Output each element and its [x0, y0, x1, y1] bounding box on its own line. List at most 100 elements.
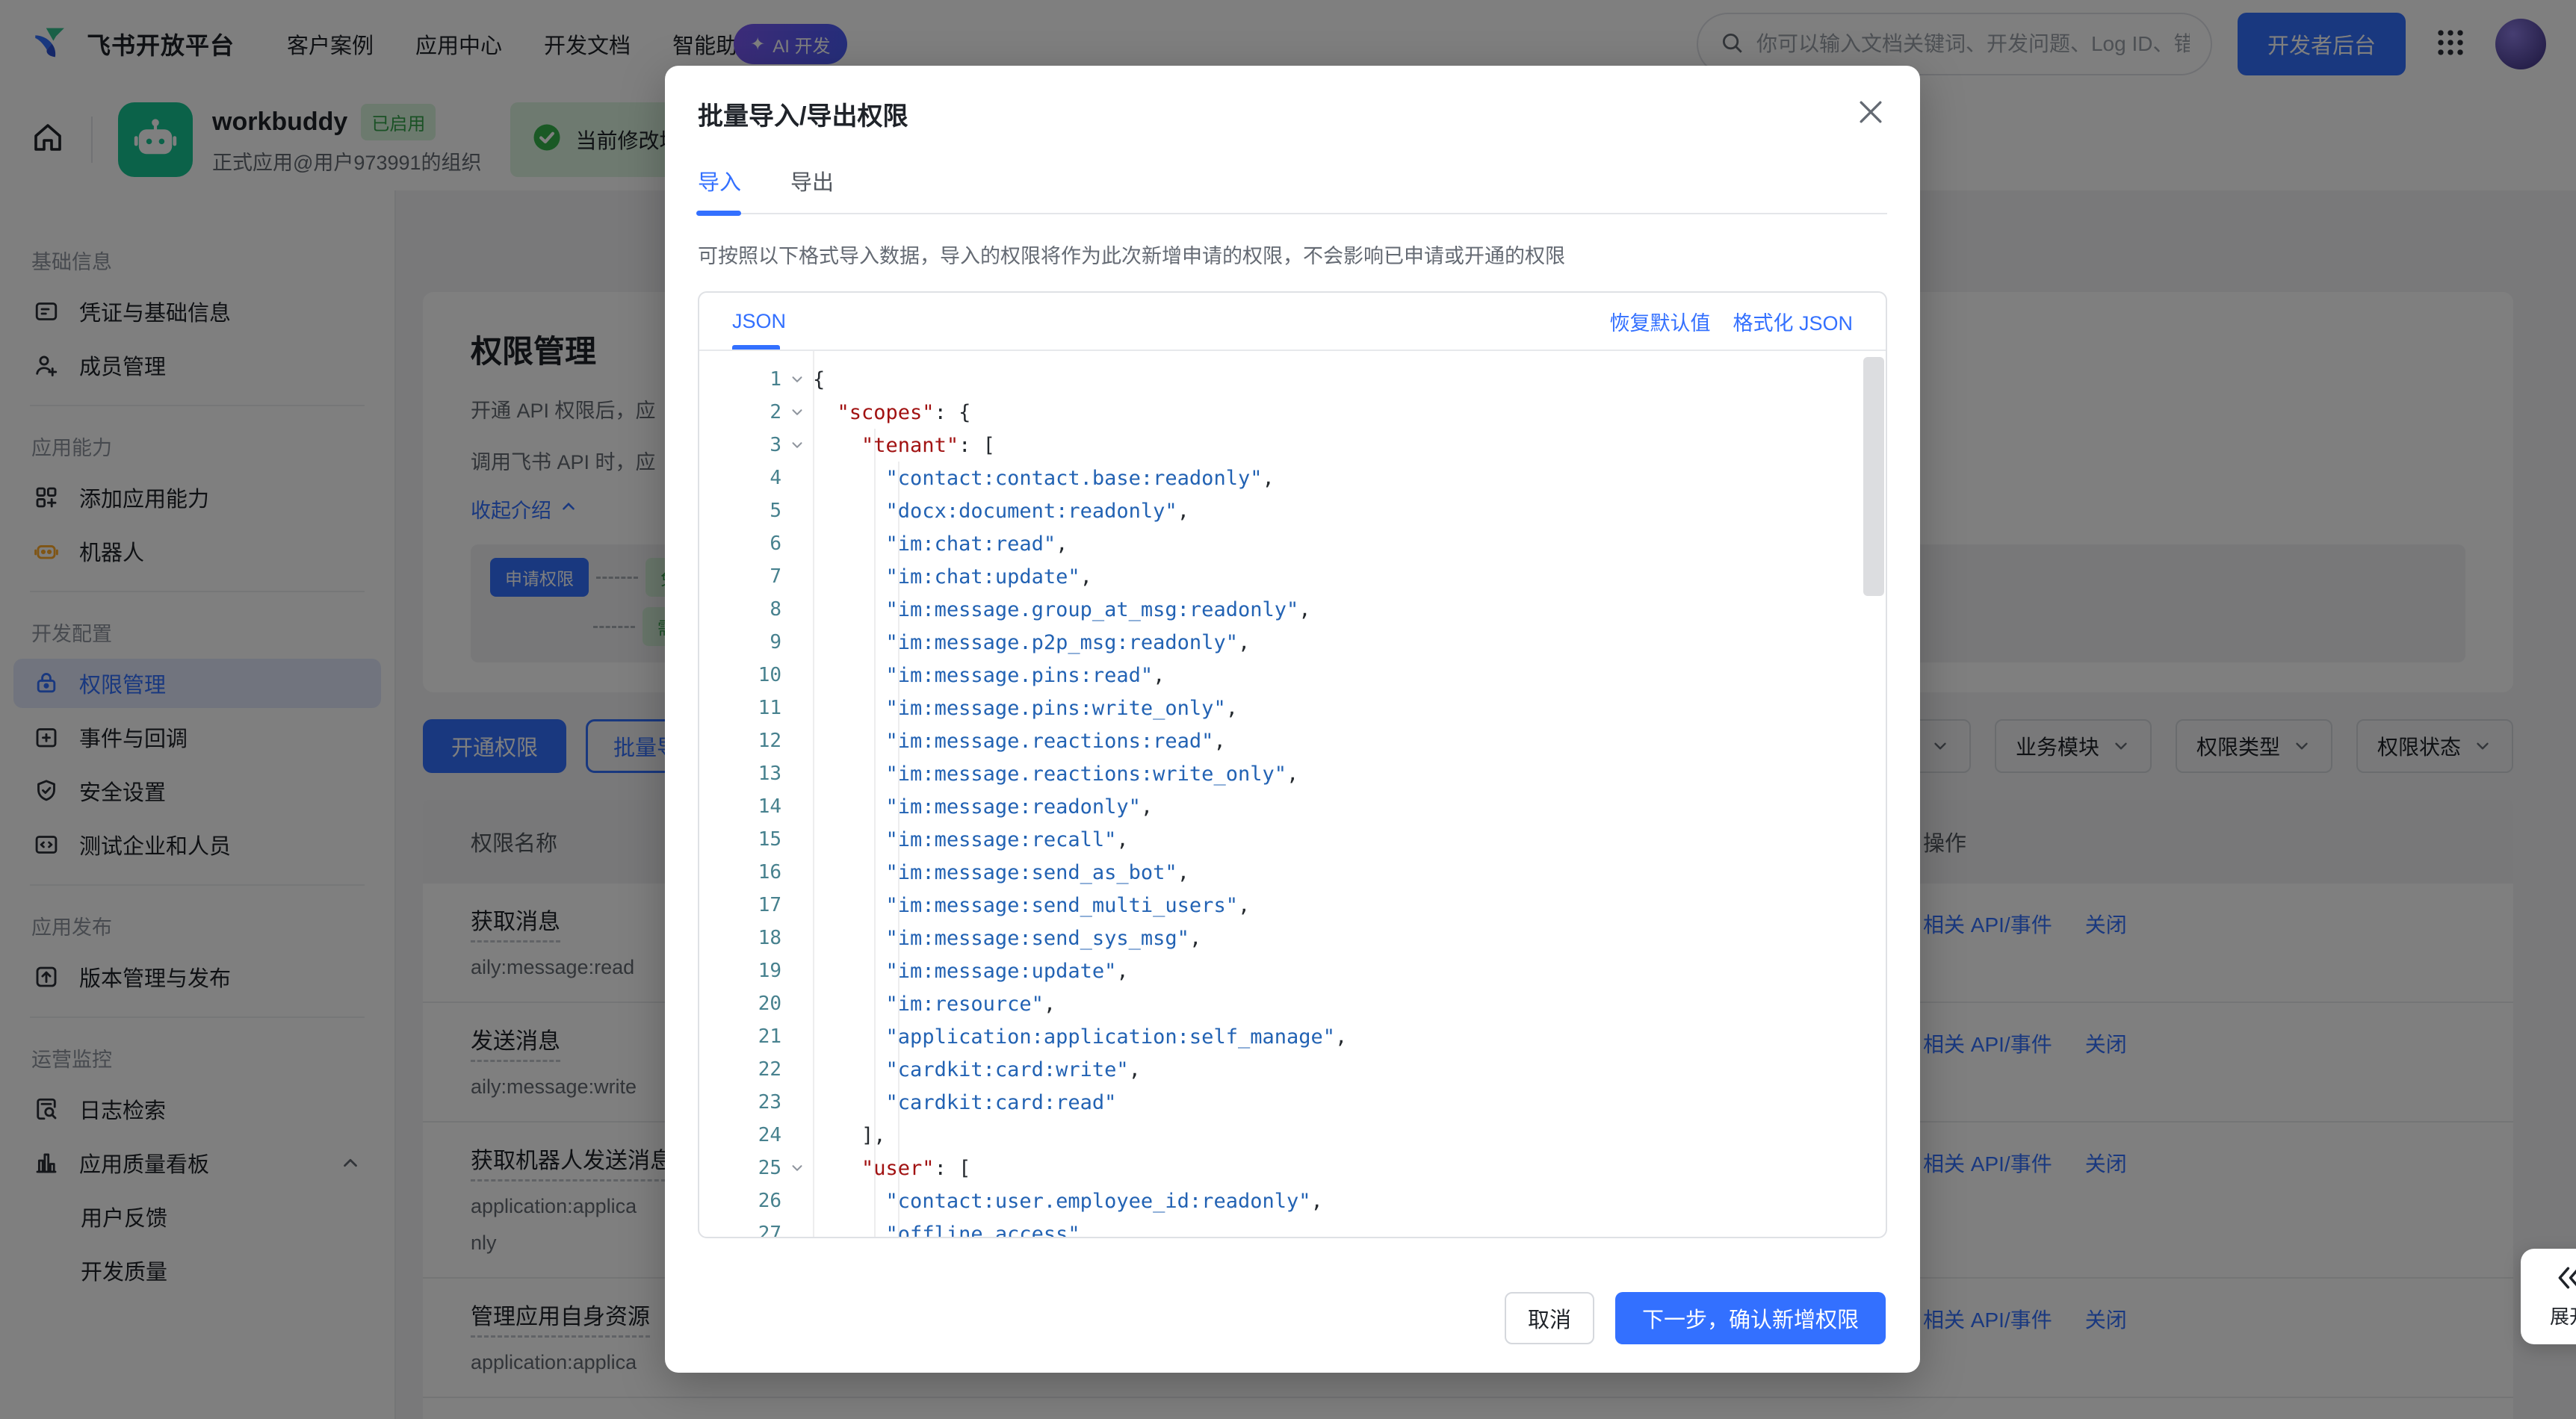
- line-number: 15: [758, 828, 781, 851]
- modal-title: 批量导入/导出权限: [698, 102, 908, 131]
- tab-import[interactable]: 导入: [696, 165, 742, 216]
- code-text[interactable]: "contact:user.employee_id:readonly",: [813, 1190, 1323, 1213]
- code-text[interactable]: ],: [813, 1124, 886, 1147]
- code-line: 17 "im:message:send_multi_users",: [699, 889, 1886, 922]
- line-number: 22: [758, 1058, 781, 1081]
- line-number: 21: [758, 1025, 781, 1048]
- json-code-area[interactable]: 1{2 "scopes": {3 "tenant": [4 "contact:c…: [699, 351, 1886, 1237]
- code-text[interactable]: "im:message.group_at_msg:readonly",: [813, 598, 1311, 621]
- line-number: 3: [770, 434, 781, 456]
- code-line: 27 "offline_access",: [699, 1217, 1886, 1238]
- confirm-next-button[interactable]: 下一步，确认新增权限: [1614, 1292, 1886, 1344]
- code-text[interactable]: "application:application:self_manage",: [813, 1025, 1348, 1049]
- code-text[interactable]: "im:message:send_sys_msg",: [813, 927, 1202, 950]
- close-icon[interactable]: [1854, 96, 1887, 128]
- code-line: 3 "tenant": [: [699, 429, 1886, 462]
- code-text[interactable]: "im:message:send_as_bot",: [813, 861, 1189, 884]
- code-text[interactable]: "im:message.pins:write_only",: [813, 697, 1238, 720]
- code-text[interactable]: "im:message.pins:read",: [813, 664, 1165, 687]
- cancel-button[interactable]: 取消: [1504, 1292, 1594, 1344]
- code-line: 18 "im:message:send_sys_msg",: [699, 922, 1886, 954]
- line-number: 1: [770, 368, 781, 391]
- line-number: 27: [758, 1223, 781, 1237]
- fold-chevron-icon[interactable]: [781, 1160, 813, 1176]
- code-line: 14 "im:message:readonly",: [699, 790, 1886, 823]
- line-number: 20: [758, 993, 781, 1015]
- line-number: 25: [758, 1157, 781, 1179]
- line-number: 4: [770, 467, 781, 489]
- code-line: 19 "im:message:update",: [699, 954, 1886, 987]
- code-line: 11 "im:message.pins:write_only",: [699, 692, 1886, 724]
- code-text[interactable]: "im:resource",: [813, 993, 1056, 1016]
- code-text[interactable]: "docx:document:readonly",: [813, 500, 1189, 523]
- line-number: 8: [770, 598, 781, 621]
- line-number: 11: [758, 697, 781, 719]
- code-text[interactable]: "im:message.p2p_msg:readonly",: [813, 631, 1251, 654]
- code-line: 24 ],: [699, 1119, 1886, 1152]
- code-text[interactable]: "im:message:send_multi_users",: [813, 894, 1251, 917]
- restore-default-link[interactable]: 恢复默认值: [1609, 307, 1710, 336]
- format-json-link[interactable]: 格式化 JSON: [1733, 307, 1853, 336]
- code-line: 7 "im:chat:update",: [699, 560, 1886, 593]
- code-line: 15 "im:message:recall",: [699, 823, 1886, 856]
- editor-scrollbar[interactable]: [1863, 357, 1884, 596]
- line-number: 13: [758, 763, 781, 785]
- code-text[interactable]: "user": [: [813, 1157, 970, 1180]
- fold-chevron-icon[interactable]: [781, 437, 813, 453]
- code-line: 2 "scopes": {: [699, 396, 1886, 429]
- code-text[interactable]: "im:chat:update",: [813, 565, 1092, 589]
- code-line: 5 "docx:document:readonly",: [699, 494, 1886, 527]
- code-line: 13 "im:message.reactions:write_only",: [699, 757, 1886, 790]
- tabs-underline: [698, 213, 1887, 214]
- code-text[interactable]: "im:message:readonly",: [813, 795, 1154, 819]
- code-text[interactable]: "im:message:recall",: [813, 828, 1129, 851]
- line-number: 12: [758, 730, 781, 752]
- code-text[interactable]: "contact:contact.base:readonly",: [813, 467, 1275, 490]
- modal-tabs: 导入 导出: [696, 165, 1887, 216]
- line-number: 24: [758, 1124, 781, 1146]
- line-number: 10: [758, 664, 781, 686]
- json-editor-panel: JSON 恢复默认值 格式化 JSON 1{2 "scopes": {3 "te…: [698, 291, 1887, 1238]
- code-line: 21 "application:application:self_manage"…: [699, 1020, 1886, 1053]
- tab-export[interactable]: 导出: [790, 165, 834, 213]
- code-line: 12 "im:message.reactions:read",: [699, 724, 1886, 757]
- code-line: 26 "contact:user.employee_id:readonly",: [699, 1184, 1886, 1217]
- line-number: 7: [770, 565, 781, 588]
- code-line: 10 "im:message.pins:read",: [699, 659, 1886, 692]
- import-description: 可按照以下格式导入数据，导入的权限将作为此次新增申请的权限，不会影响已申请或开通…: [698, 245, 1565, 267]
- code-line: 8 "im:message.group_at_msg:readonly",: [699, 593, 1886, 626]
- line-number: 23: [758, 1091, 781, 1114]
- code-text[interactable]: "cardkit:card:read": [813, 1091, 1117, 1114]
- code-text[interactable]: "im:message:update",: [813, 960, 1129, 983]
- line-number: 26: [758, 1190, 781, 1212]
- code-line: 9 "im:message.p2p_msg:readonly",: [699, 626, 1886, 659]
- code-text[interactable]: "im:chat:read",: [813, 532, 1068, 556]
- fold-chevron-icon[interactable]: [781, 404, 813, 420]
- batch-import-export-modal: 批量导入/导出权限 导入 导出 可按照以下格式导入数据，导入的权限将作为此次新增…: [665, 66, 1920, 1373]
- code-line: 1{: [699, 363, 1886, 396]
- line-number: 6: [770, 532, 781, 555]
- double-chevron-left-icon: [2555, 1264, 2576, 1296]
- editor-mode-tab-json[interactable]: JSON: [732, 293, 786, 350]
- line-number: 19: [758, 960, 781, 982]
- code-text[interactable]: {: [813, 368, 825, 391]
- code-line: 23 "cardkit:card:read": [699, 1086, 1886, 1119]
- line-number: 14: [758, 795, 781, 818]
- code-text[interactable]: "im:message.reactions:write_only",: [813, 763, 1299, 786]
- fold-chevron-icon[interactable]: [781, 371, 813, 388]
- code-line: 20 "im:resource",: [699, 987, 1886, 1020]
- code-line: 4 "contact:contact.base:readonly",: [699, 462, 1886, 494]
- code-text[interactable]: "im:message.reactions:read",: [813, 730, 1226, 753]
- code-text[interactable]: "scopes": {: [813, 401, 971, 424]
- line-number: 9: [770, 631, 781, 653]
- expand-panel-button[interactable]: 展开: [2521, 1249, 2576, 1344]
- line-number: 16: [758, 861, 781, 884]
- code-line: 22 "cardkit:card:write",: [699, 1053, 1886, 1086]
- code-text[interactable]: "offline_access",: [813, 1223, 1092, 1238]
- line-number: 5: [770, 500, 781, 522]
- code-text[interactable]: "cardkit:card:write",: [813, 1058, 1141, 1081]
- code-text[interactable]: "tenant": [: [813, 434, 995, 457]
- code-line: 16 "im:message:send_as_bot",: [699, 856, 1886, 889]
- line-number: 18: [758, 927, 781, 949]
- code-line: 6 "im:chat:read",: [699, 527, 1886, 560]
